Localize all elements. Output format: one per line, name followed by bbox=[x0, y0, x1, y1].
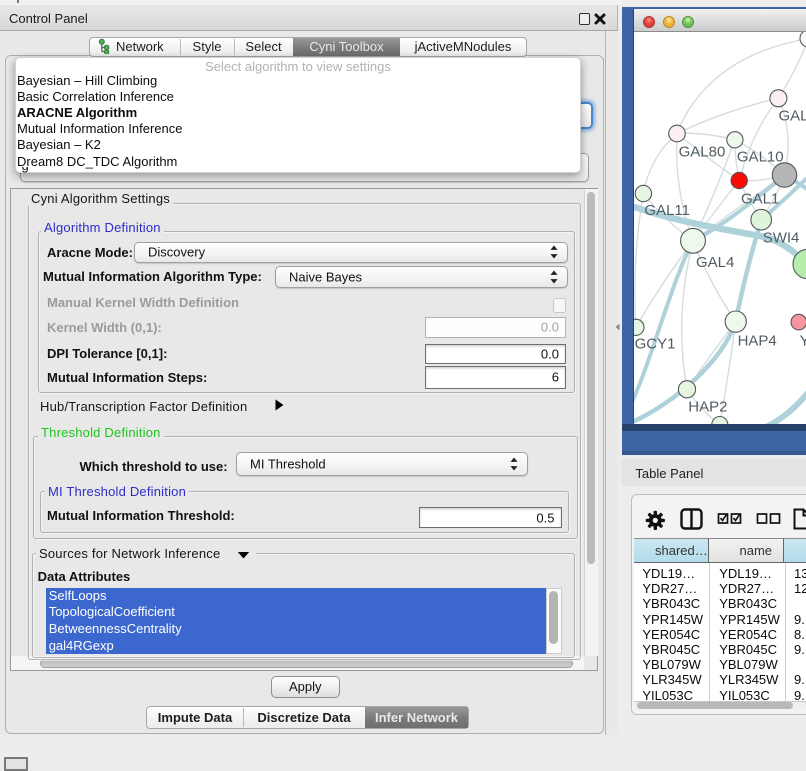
svg-text:GAL1: GAL1 bbox=[741, 190, 779, 207]
svg-text:GAL7: GAL7 bbox=[779, 107, 806, 124]
svg-text:HAP2: HAP2 bbox=[688, 398, 727, 415]
svg-text:SWI4: SWI4 bbox=[763, 229, 800, 246]
svg-text:YJR048W: YJR048W bbox=[800, 332, 806, 349]
svg-text:GCY1: GCY1 bbox=[635, 335, 676, 352]
svg-text:GAL10: GAL10 bbox=[737, 148, 784, 165]
svg-text:GAL80: GAL80 bbox=[679, 143, 726, 160]
svg-text:HAP4: HAP4 bbox=[738, 332, 777, 349]
svg-text:GAL4: GAL4 bbox=[696, 253, 734, 270]
svg-text:GAL11: GAL11 bbox=[644, 202, 690, 219]
